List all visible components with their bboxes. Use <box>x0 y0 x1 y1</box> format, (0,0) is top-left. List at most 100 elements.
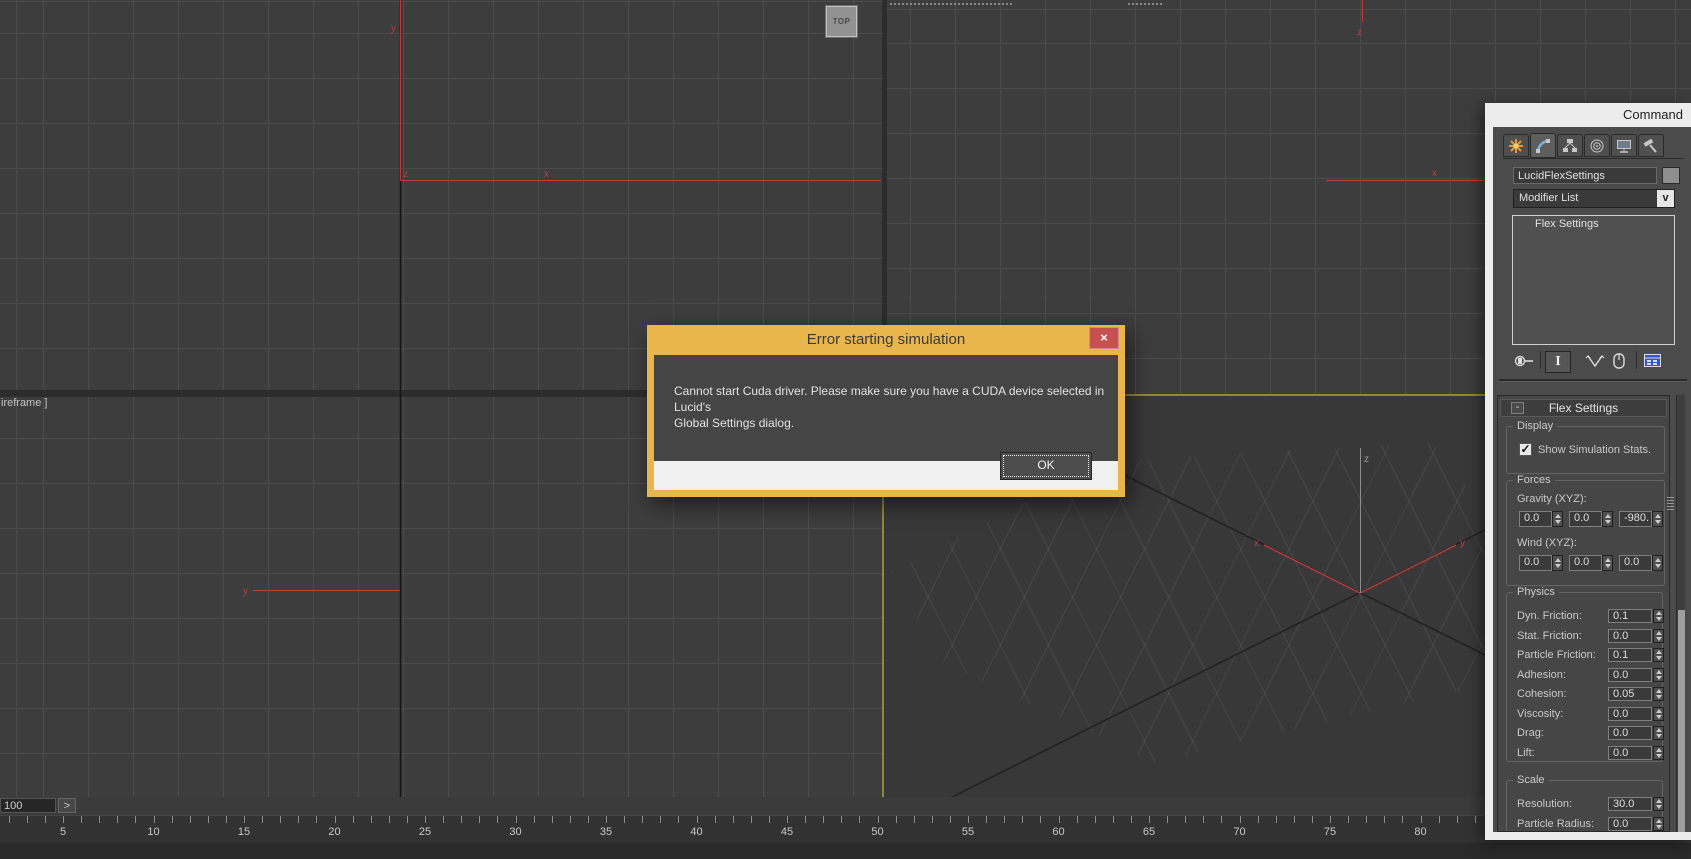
spinner[interactable] <box>1653 797 1664 811</box>
spinner[interactable] <box>1602 511 1613 527</box>
status-strip <box>0 843 1691 859</box>
ruler-tick <box>1004 816 1005 823</box>
ruler-tick <box>1059 816 1060 823</box>
ruler-tick <box>262 816 263 823</box>
frame-number-field[interactable]: 100 <box>0 798 56 813</box>
physics-row: Drag: 0.0 <box>1507 726 1662 740</box>
ruler-tick <box>1348 816 1349 823</box>
spinner[interactable] <box>1652 555 1663 571</box>
wind-label: Wind (XYZ): <box>1517 537 1577 549</box>
ruler-tick <box>1221 816 1222 823</box>
spinner[interactable] <box>1652 511 1663 527</box>
ruler-tick <box>1402 816 1403 823</box>
ruler-frame-label: 5 <box>60 826 66 838</box>
tab-hierarchy[interactable] <box>1557 134 1583 157</box>
scrollbar-thumb[interactable] <box>1678 610 1685 832</box>
command-panel-title: Command <box>1623 107 1683 122</box>
ruler-tick <box>968 816 969 823</box>
remove-modifier-icon[interactable] <box>1610 351 1628 371</box>
ruler-tick <box>335 816 336 823</box>
toolbar-separator <box>1540 351 1541 369</box>
ruler-tick <box>371 816 372 823</box>
ruler-tick <box>1203 816 1204 823</box>
spinner[interactable] <box>1653 668 1664 682</box>
tab-display[interactable] <box>1611 134 1637 157</box>
gravity-label: Gravity (XYZ): <box>1517 493 1587 505</box>
stack-item-flex-settings[interactable]: Flex Settings <box>1513 216 1674 230</box>
rollout-scroll-grip[interactable] <box>1667 497 1674 511</box>
create-icon <box>1508 138 1524 154</box>
top-view-object-box[interactable]: TOP <box>825 5 858 38</box>
scale-group-title: Scale <box>1513 774 1549 786</box>
spinner[interactable] <box>1653 707 1664 721</box>
ruler-frame-label: 55 <box>962 826 974 838</box>
tab-utilities[interactable] <box>1638 134 1664 157</box>
next-frame-button[interactable]: > <box>58 798 76 813</box>
modifier-list-dropdown[interactable]: Modifier List v <box>1513 189 1675 208</box>
physics-group-title: Physics <box>1513 586 1559 598</box>
panel-scrollbar[interactable] <box>1676 395 1685 832</box>
dialog-close-button[interactable]: × <box>1089 327 1119 349</box>
object-color-swatch[interactable] <box>1662 167 1680 184</box>
forces-group-title: Forces <box>1513 474 1555 486</box>
spinner[interactable] <box>1653 726 1664 740</box>
ruler-tick <box>678 816 679 823</box>
object-name-field[interactable]: LucidFlexSettings <box>1513 167 1657 184</box>
error-dialog: Error starting simulation × Cannot start… <box>647 325 1125 497</box>
ruler-tick <box>461 816 462 823</box>
ruler-tick <box>950 816 951 823</box>
spinner[interactable] <box>1653 629 1664 643</box>
rollout-header[interactable]: - Flex Settings <box>1500 399 1667 417</box>
spinner[interactable] <box>1653 746 1664 760</box>
spinner[interactable] <box>1653 609 1664 623</box>
motion-icon <box>1589 138 1605 154</box>
spinner[interactable] <box>1653 687 1664 701</box>
pin-stack-icon[interactable] <box>1513 351 1535 371</box>
show-simulation-stats-checkbox[interactable]: ✓ <box>1519 443 1532 456</box>
viewport-label-clipped[interactable]: ireframe ] <box>1 397 47 409</box>
ruler-tick <box>1131 816 1132 823</box>
tab-motion[interactable] <box>1584 134 1610 157</box>
ruler-frame-label: 10 <box>147 826 159 838</box>
ruler-tick <box>389 816 390 823</box>
ruler-tick <box>298 816 299 823</box>
modifier-stack-list[interactable]: Flex Settings <box>1512 215 1675 345</box>
ruler-frame-label: 65 <box>1143 826 1155 838</box>
ruler-tick <box>117 816 118 823</box>
display-group: Display ✓ Show Simulation Stats. <box>1506 426 1665 474</box>
ruler-tick <box>154 816 155 823</box>
spinner[interactable] <box>1602 555 1613 571</box>
ruler-tick <box>516 816 517 823</box>
ruler-frame-label: 50 <box>871 826 883 838</box>
physics-row: Dyn. Friction: 0.1 <box>1507 609 1662 623</box>
show-end-result-button[interactable]: I <box>1545 351 1571 373</box>
spinner[interactable] <box>1653 817 1664 831</box>
spinner[interactable] <box>1653 648 1664 662</box>
ruler-tick <box>226 816 227 823</box>
ruler-tick <box>588 816 589 823</box>
timeline-ruler[interactable]: 5101520253035404550556065707580 <box>0 815 1691 844</box>
spinner[interactable] <box>1552 511 1563 527</box>
ruler-tick <box>878 816 879 823</box>
collapse-button[interactable]: - <box>1511 402 1524 414</box>
utilities-icon <box>1643 138 1659 154</box>
ruler-tick <box>1077 816 1078 823</box>
tab-modify[interactable] <box>1530 133 1556 158</box>
ruler-tick <box>425 816 426 823</box>
ruler-tick <box>859 816 860 823</box>
ruler-tick <box>316 816 317 823</box>
ruler-tick <box>932 816 933 823</box>
configure-modifier-sets-icon[interactable] <box>1643 351 1663 371</box>
ruler-tick <box>1040 816 1041 823</box>
ruler-tick <box>1149 816 1150 823</box>
make-unique-icon[interactable] <box>1585 351 1605 371</box>
ruler-tick <box>244 816 245 823</box>
ruler-tick <box>1294 816 1295 823</box>
ok-button[interactable]: OK <box>1000 452 1092 480</box>
tab-create[interactable] <box>1503 134 1529 157</box>
spinner[interactable] <box>1552 555 1563 571</box>
hierarchy-icon <box>1562 138 1578 154</box>
chevron-down-icon[interactable]: v <box>1657 190 1674 207</box>
ruler-tick <box>715 816 716 823</box>
ruler-tick <box>63 816 64 823</box>
